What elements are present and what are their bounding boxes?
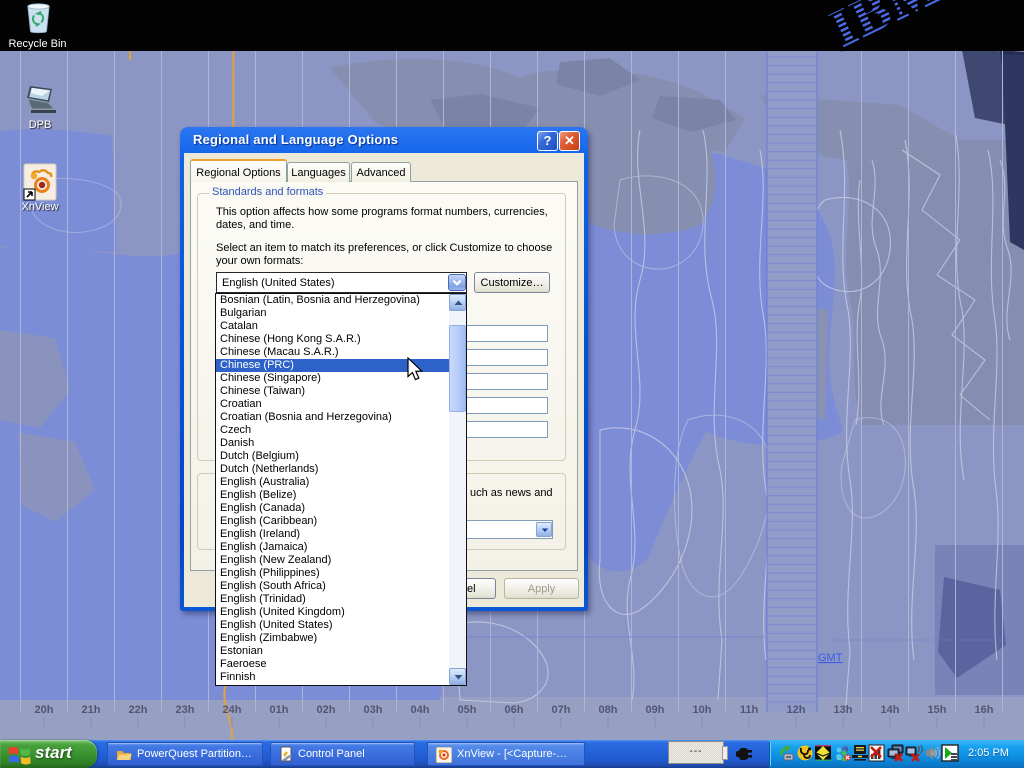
svg-text:08h: 08h bbox=[599, 704, 618, 716]
svg-text:21h: 21h bbox=[82, 704, 101, 716]
svg-text:13h: 13h bbox=[834, 704, 853, 716]
svg-text:23h: 23h bbox=[176, 704, 195, 716]
svg-text:16h: 16h bbox=[975, 704, 994, 716]
svg-text:12h: 12h bbox=[787, 704, 806, 716]
svg-text:GMT: GMT bbox=[818, 652, 843, 664]
svg-text:22h: 22h bbox=[129, 704, 148, 716]
svg-text:07h: 07h bbox=[552, 704, 571, 716]
svg-text:24h: 24h bbox=[223, 704, 242, 716]
svg-text:03h: 03h bbox=[364, 704, 383, 716]
svg-text:10h: 10h bbox=[693, 704, 712, 716]
svg-text:01h: 01h bbox=[270, 704, 289, 716]
svg-text:11h: 11h bbox=[740, 704, 759, 716]
svg-text:09h: 09h bbox=[646, 704, 665, 716]
svg-text:05h: 05h bbox=[458, 704, 477, 716]
svg-text:15h: 15h bbox=[928, 704, 947, 716]
svg-text:02h: 02h bbox=[317, 704, 336, 716]
svg-text:06h: 06h bbox=[505, 704, 524, 716]
svg-text:14h: 14h bbox=[881, 704, 900, 716]
svg-text:20h: 20h bbox=[35, 704, 54, 716]
svg-text:04h: 04h bbox=[411, 704, 430, 716]
